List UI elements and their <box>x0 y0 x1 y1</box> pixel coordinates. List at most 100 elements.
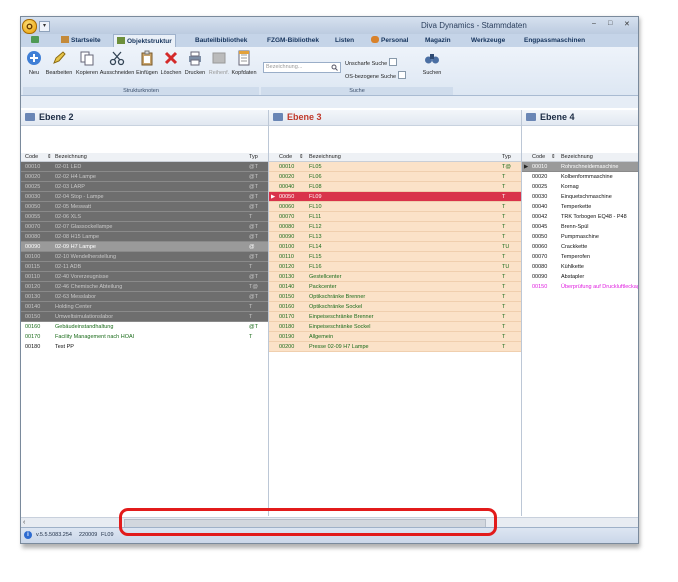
print-button[interactable]: Drucken <box>183 50 207 76</box>
table-row[interactable]: 00070 02-07 Glassockellampe @T <box>21 222 268 232</box>
table-row[interactable]: 00180 Einpeiseschränke Sockel T <box>269 322 521 332</box>
table-row[interactable]: 00050 02-05 Meswatt @T <box>21 202 268 212</box>
table-row[interactable]: ▶ 00010 Rohrschneidemaschine <box>522 162 638 172</box>
table-row[interactable]: 00150 Überprüfung auf Druckluftleckage <box>522 282 638 292</box>
tab-objektstruktur[interactable]: Objektstruktur <box>113 34 176 48</box>
table-row[interactable]: 00110 02-40 Vorerzeugnisse @T <box>21 272 268 282</box>
table-row[interactable]: 00090 Abstapler <box>522 272 638 282</box>
edit-button[interactable]: Bearbeiten <box>45 50 73 76</box>
table-row[interactable]: 00042 TRK Torbogen EQ48 - P48 <box>522 212 638 222</box>
table-row[interactable]: 00160 Optikschränke Sockel T <box>269 302 521 312</box>
copy-button[interactable]: Kopieren <box>75 50 99 76</box>
sort-icon[interactable]: ⇕ <box>551 153 556 161</box>
table-row[interactable]: 00170 Facility Management nach HOAI T <box>21 332 268 342</box>
sort-icon[interactable]: ⇕ <box>47 153 52 161</box>
table-row[interactable]: 00030 Einquetschmaschine <box>522 192 638 202</box>
table-row[interactable]: 00150 Umweltsimulationslabor T <box>21 312 268 322</box>
col-bezeichnung[interactable]: Bezeichnung <box>561 153 593 161</box>
table-row[interactable]: 00100 02-10 Wendelherstellung @T <box>21 252 268 262</box>
tab-werkzeuge[interactable]: Werkzeuge <box>471 34 505 47</box>
new-button[interactable]: Neu <box>24 50 44 76</box>
table-row[interactable]: 00150 Optikschränke Brenner T <box>269 292 521 302</box>
col-code[interactable]: Code <box>279 153 292 161</box>
row-pointer-icon: ▶ <box>524 164 529 170</box>
cut-button[interactable]: Ausschneiden <box>99 50 135 76</box>
tab-fzgm-bibliothek[interactable]: FZGM-Bibliothek <box>267 34 319 47</box>
table-row[interactable]: 00130 02-63 Messlabor @T <box>21 292 268 302</box>
home-tab-icon[interactable] <box>31 34 45 47</box>
col-code[interactable]: Code <box>532 153 545 161</box>
fuzzy-search-checkbox[interactable] <box>389 58 398 66</box>
col-bezeichnung[interactable]: Bezeichnung <box>55 153 87 161</box>
table-row[interactable]: 00010 FL05 T@ <box>269 162 521 172</box>
table-row[interactable]: 00080 Kühlkette <box>522 262 638 272</box>
header-data-button[interactable]: Kopfdaten <box>231 50 257 76</box>
sort-icon[interactable]: ⇕ <box>299 153 304 161</box>
table-row[interactable]: 00040 Temperkette <box>522 202 638 212</box>
table-row[interactable]: 00020 02-02 H4 Lampe @T <box>21 172 268 182</box>
window-title-text: Diva Dynamics - Stammdaten <box>421 21 527 30</box>
tab-engpassmaschinen[interactable]: Engpassmaschinen <box>524 34 585 47</box>
os-search-option[interactable]: OS-bezogene Suche <box>345 71 407 80</box>
table-row[interactable]: 00170 Einpeiseschränke Brenner T <box>269 312 521 322</box>
table-row[interactable]: 00080 02-08 H15 Lampe @T <box>21 232 268 242</box>
table-row[interactable]: 00060 FL10 T <box>269 202 521 212</box>
table-row[interactable]: 00110 FL15 T <box>269 252 521 262</box>
table-row[interactable]: 00025 02-03 LARP @T <box>21 182 268 192</box>
table-row[interactable]: 00020 FL06 T <box>269 172 521 182</box>
cell-typ: TU <box>502 264 510 270</box>
table-row[interactable]: 00040 FL08 T <box>269 182 521 192</box>
col-typ[interactable]: Typ <box>502 153 511 161</box>
col-code[interactable]: Code <box>25 153 38 161</box>
paste-button[interactable]: Einfügen <box>135 50 159 76</box>
table-row[interactable]: 00090 02-09 H7 Lampe @ <box>21 242 268 252</box>
table-row[interactable]: 00010 02-01 LED @T <box>21 162 268 172</box>
table-row[interactable]: 00070 Temperofen <box>522 252 638 262</box>
table-row[interactable]: 00025 Kornag <box>522 182 638 192</box>
table-row[interactable]: 00045 Brenn-Spül <box>522 222 638 232</box>
fuzzy-search-option[interactable]: Unscharfe Suche <box>345 58 398 67</box>
search-button[interactable]: Suchen <box>419 50 445 76</box>
table-row[interactable]: 00120 FL16 TU <box>269 262 521 272</box>
quick-access-dropdown[interactable]: ▾ <box>39 21 50 32</box>
table-row[interactable]: 00115 02-11 ADB T <box>21 262 268 272</box>
table-row[interactable]: 00160 Gebäudeinstandhaltung @T <box>21 322 268 332</box>
table-row[interactable]: 00190 Allgemein T <box>269 332 521 342</box>
table-row[interactable]: ▶ 00050 FL09 T <box>269 192 521 202</box>
table-row[interactable]: 00050 Pumpmaschine <box>522 232 638 242</box>
tab-magazin[interactable]: Magazin <box>425 34 451 47</box>
cell-bezeichnung: Optikschränke Brenner <box>309 294 366 300</box>
tab-listen[interactable]: Listen <box>335 34 354 47</box>
minimize-button[interactable]: – <box>592 20 596 27</box>
table-row[interactable]: 00080 FL12 T <box>269 222 521 232</box>
table-row[interactable]: 00140 Holding Center T <box>21 302 268 312</box>
table-row[interactable]: 00200 Presse 02-09 H7 Lampe T <box>269 342 521 352</box>
tab-startseite[interactable]: Startseite <box>61 34 101 47</box>
table-row[interactable]: 00090 FL13 T <box>269 232 521 242</box>
col-bezeichnung[interactable]: Bezeichnung <box>309 153 341 161</box>
table-row[interactable]: 00120 02-46 Chemische Abteilung T@ <box>21 282 268 292</box>
tab-bauteilbibliothek[interactable]: Bauteilbibliothek <box>195 34 247 47</box>
cell-bezeichnung: 02-03 LARP <box>55 184 85 190</box>
table-row[interactable]: 00060 Crackkette <box>522 242 638 252</box>
order-button[interactable]: Reihenf. <box>207 50 231 76</box>
col-typ[interactable]: Typ <box>249 153 258 161</box>
tab-personal[interactable]: Personal <box>371 34 408 47</box>
table-row[interactable]: 00130 Gestellcenter T <box>269 272 521 282</box>
table-row[interactable]: 00055 02-06 XLS T <box>21 212 268 222</box>
table-row[interactable]: 00180 Test PP <box>21 342 268 352</box>
delete-button[interactable]: Löschen <box>160 50 182 76</box>
table-row[interactable]: 00020 Kolbenformmaschine <box>522 172 638 182</box>
maximize-button[interactable]: □ <box>608 20 612 27</box>
table-row[interactable]: 00100 FL14 TU <box>269 242 521 252</box>
table-row[interactable]: 00070 FL11 T <box>269 212 521 222</box>
highlight-annotation <box>119 508 497 536</box>
scroll-left-arrow[interactable]: ‹ <box>23 518 25 527</box>
close-button[interactable]: ✕ <box>624 20 630 28</box>
table-row[interactable]: 00030 02-04 Stop - Lampe @T <box>21 192 268 202</box>
cell-code: 00045 <box>532 224 548 230</box>
app-menu-button[interactable] <box>22 19 37 34</box>
table-row[interactable]: 00140 Packcenter T <box>269 282 521 292</box>
os-search-checkbox[interactable] <box>398 71 407 79</box>
search-input[interactable]: Bezeichnung... <box>263 62 341 73</box>
